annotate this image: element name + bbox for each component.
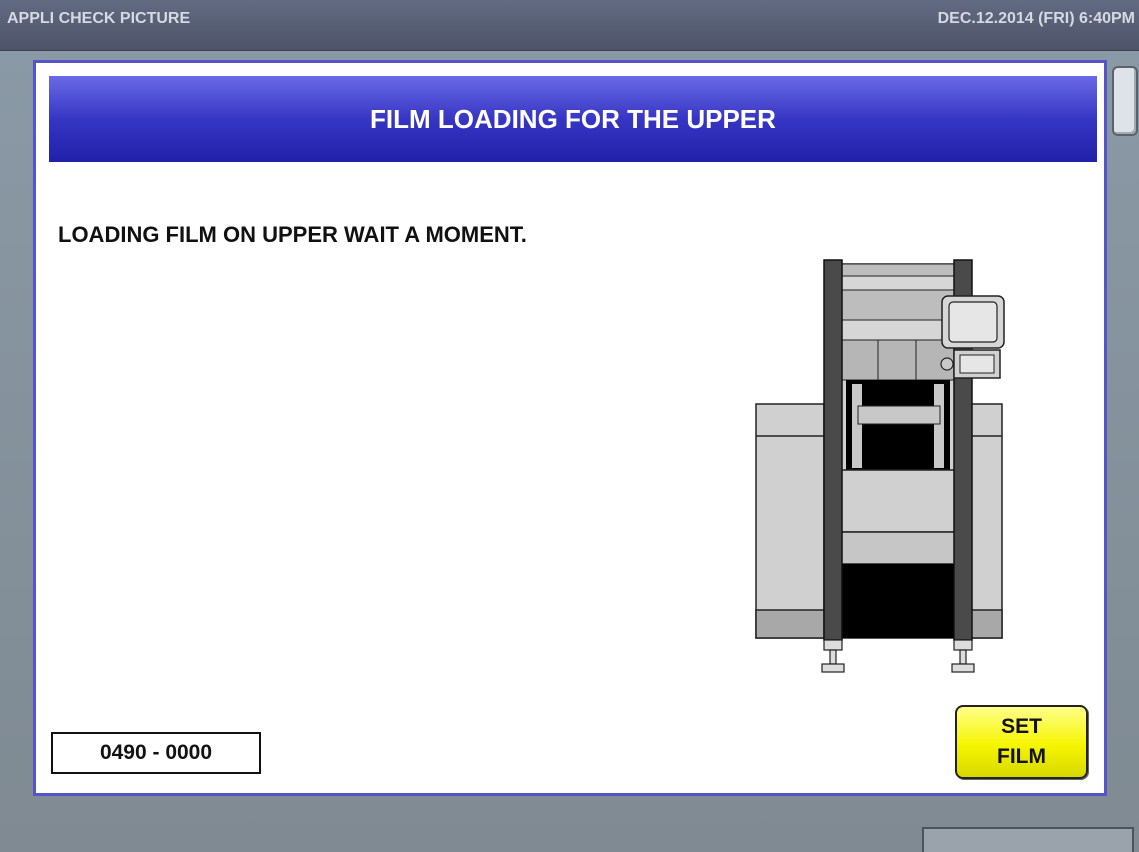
screen-title: APPLI CHECK PICTURE bbox=[7, 10, 191, 27]
status-message: LOADING FILM ON UPPER WAIT A MOMENT. bbox=[58, 222, 527, 247]
set-film-label-line2: FILM bbox=[997, 745, 1046, 768]
datetime-display: DEC.12.2014 (FRI) 6:40PM bbox=[937, 10, 1135, 27]
set-film-button[interactable]: SET FILM bbox=[955, 705, 1088, 779]
dialog-header: FILM LOADING FOR THE UPPER bbox=[49, 76, 1097, 162]
film-loading-dialog: FILM LOADING FOR THE UPPER LOADING FILM … bbox=[33, 60, 1107, 796]
set-film-label-line1: SET bbox=[1001, 715, 1042, 738]
machine-icon bbox=[754, 258, 1006, 683]
bottom-panel-tab[interactable] bbox=[922, 827, 1134, 852]
scrollbar-thumb[interactable] bbox=[1112, 66, 1138, 136]
top-status-bar: APPLI CHECK PICTURE DEC.12.2014 (FRI) 6:… bbox=[0, 0, 1139, 51]
error-code-box: 0490 - 0000 bbox=[51, 732, 261, 774]
